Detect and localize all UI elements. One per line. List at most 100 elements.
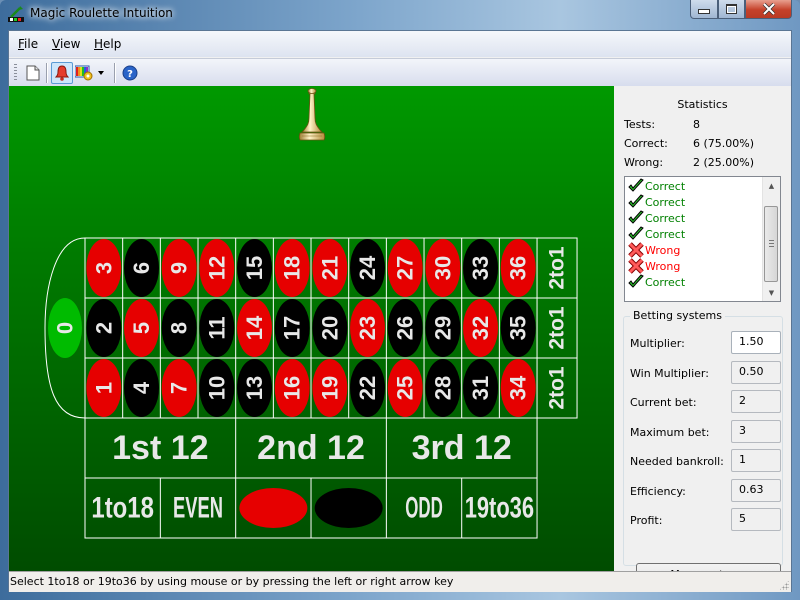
title-bar[interactable]: Magic Roulette Intuition: [0, 0, 800, 30]
outside-bet-even[interactable]: EVEN: [173, 492, 223, 525]
number-33-label: 33: [468, 256, 493, 280]
results-scrollbar[interactable]: ▲ ▼: [762, 177, 780, 301]
result-label: Correct: [645, 211, 686, 225]
number-29-label: 29: [430, 316, 455, 340]
result-label: Correct: [645, 179, 686, 193]
number-31-label: 31: [468, 376, 493, 400]
result-item[interactable]: Correct: [628, 194, 685, 210]
toolbar-grip[interactable]: [14, 64, 17, 82]
win-multiplier-field: 0.50: [731, 360, 781, 384]
menu-view-accel: V: [52, 37, 60, 51]
number-35-label: 35: [506, 316, 531, 340]
maximum-bet-label: Maximum bet:: [630, 425, 710, 439]
column-bet-2: 2to1: [546, 306, 569, 350]
scroll-thumb[interactable]: [764, 206, 778, 282]
menu-view[interactable]: View: [52, 37, 80, 51]
resize-grip[interactable]: [779, 580, 789, 590]
scroll-up-icon: ▲: [768, 181, 775, 190]
chevron-down-icon: [98, 71, 104, 75]
maximize-icon: [726, 4, 737, 14]
client-area: File View Help ? 0 3 6 9 12 15 18 21 24 …: [8, 30, 792, 592]
scroll-grip-icon: [769, 240, 774, 247]
current-bet-field: 2: [731, 390, 781, 413]
side-panel: Statistics Tests: 8 Correct: 6 (75.00%) …: [614, 86, 791, 585]
number-15-label: 15: [242, 256, 267, 280]
scroll-down-button[interactable]: ▼: [763, 284, 780, 301]
outside-bet-black[interactable]: [314, 488, 383, 528]
number-25-label: 25: [393, 376, 418, 400]
scroll-up-button[interactable]: ▲: [763, 177, 780, 194]
tests-label: Tests:: [624, 118, 656, 131]
outside-bet-1to18[interactable]: 1to18: [91, 492, 154, 525]
result-label: Wrong: [645, 259, 681, 273]
number-36-label: 36: [506, 256, 531, 280]
cross-icon: [628, 258, 644, 274]
help-button[interactable]: ?: [119, 62, 141, 84]
roulette-layout: 03 6 9 12 15 18 21 24 27 30 33 362 5 8 11 14 17 20 23 26 29 3…: [44, 237, 578, 539]
number-3-label: 3: [91, 262, 116, 274]
status-bar: Select 1to18 or 19to36 by using mouse or…: [9, 571, 791, 592]
number-8-label: 8: [167, 322, 192, 334]
result-item[interactable]: Wrong: [628, 258, 680, 274]
number-2-label: 2: [91, 322, 116, 334]
close-button[interactable]: [745, 0, 792, 19]
menu-file[interactable]: File: [18, 37, 38, 51]
minimize-button[interactable]: [690, 0, 718, 19]
app-window: Magic Roulette Intuition File View Help: [0, 0, 800, 600]
multiplier-label: Multiplier:: [630, 337, 685, 350]
color-settings-dropdown[interactable]: [95, 62, 107, 84]
new-button[interactable]: [22, 62, 44, 84]
number-5-label: 5: [129, 322, 154, 334]
result-item[interactable]: Correct: [628, 226, 685, 242]
outside-bet-odd[interactable]: ODD: [405, 492, 443, 525]
number-6-label: 6: [129, 262, 154, 274]
correct-label: Correct:: [624, 137, 668, 150]
tests-value: 8: [693, 118, 700, 131]
status-text: Select 1to18 or 19to36 by using mouse or…: [10, 575, 454, 588]
wrong-value: 2 (25.00%): [693, 156, 755, 169]
dozen-bet-2: 2nd 12: [257, 429, 365, 467]
result-item[interactable]: Correct: [628, 274, 685, 290]
result-item[interactable]: Correct: [628, 178, 685, 194]
alarm-button[interactable]: [51, 62, 73, 84]
number-4-label: 4: [129, 381, 154, 394]
maximize-button[interactable]: [718, 0, 745, 19]
toolbar-separator: [46, 63, 48, 83]
number-9-label: 9: [167, 262, 192, 274]
profit-field: 5: [731, 508, 781, 531]
number-26-label: 26: [393, 316, 418, 340]
outside-bet-red[interactable]: [239, 488, 308, 528]
menu-help-label: elp: [103, 37, 122, 51]
number-12-label: 12: [204, 256, 229, 280]
roulette-table-area: 0 3 6 9 12 15 18 21 24 27 30 33 36 2 5 8 11 14 17 20 23 26 29 3…: [9, 86, 614, 571]
toolbar: ?: [9, 58, 791, 88]
number-11-label: 11: [204, 316, 229, 339]
checkmark-icon: [628, 226, 644, 240]
new-document-icon: [26, 65, 40, 81]
menu-file-label: ile: [24, 37, 39, 51]
checkmark-icon: [628, 210, 644, 224]
color-settings-button[interactable]: [73, 62, 95, 84]
efficiency-field: 0.63: [731, 478, 781, 502]
dozen-bet-1: 1st 12: [112, 429, 208, 467]
number-14-label: 14: [242, 315, 267, 340]
results-list[interactable]: ▲ ▼ Correct Correct Correct Correct Wrong Wro…: [624, 176, 781, 302]
maximum-bet-field: 3: [731, 419, 781, 443]
number-32-label: 32: [468, 316, 493, 340]
number-17-label: 17: [280, 316, 305, 340]
menu-help-accel: H: [94, 37, 104, 51]
profit-label: Profit:: [630, 514, 663, 527]
result-item[interactable]: Correct: [628, 210, 685, 226]
needed-bankroll-field: 1: [731, 449, 781, 472]
dozen-bet-3: 3rd 12: [412, 429, 512, 467]
multiplier-field[interactable]: 1.50: [731, 331, 781, 354]
menu-help[interactable]: Help: [94, 37, 121, 51]
number-30-label: 30: [430, 256, 455, 280]
outside-bet-19to36[interactable]: 19to36: [465, 492, 534, 525]
result-label: Correct: [645, 227, 686, 241]
result-item[interactable]: Wrong: [628, 242, 680, 258]
window-title: Magic Roulette Intuition: [30, 6, 173, 20]
number-27-label: 27: [393, 256, 418, 280]
needed-bankroll-label: Needed bankroll:: [630, 455, 724, 468]
color-settings-icon: [75, 65, 93, 81]
